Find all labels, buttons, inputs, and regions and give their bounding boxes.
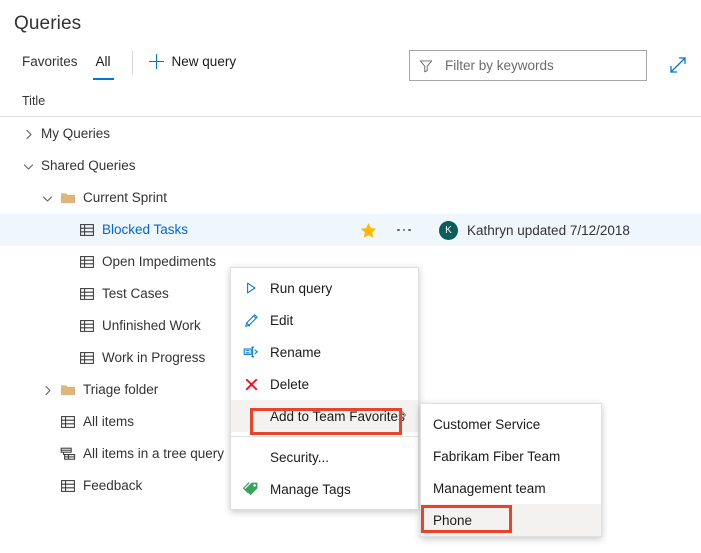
search-input[interactable] — [443, 57, 637, 74]
expand-diagonal-icon — [665, 52, 691, 78]
updated-by-text: Kathryn updated 7/12/2018 — [467, 223, 630, 238]
tree-row-label: Open Impediments — [102, 255, 216, 269]
toolbar-divider — [132, 51, 133, 75]
query-grid-icon — [79, 254, 95, 270]
menu-item-manage-tags[interactable]: Manage Tags — [231, 473, 418, 505]
query-grid-icon — [79, 286, 95, 302]
menu-item-edit[interactable]: Edit — [231, 304, 418, 336]
chevron-down-icon[interactable] — [22, 160, 35, 173]
chevron-right-icon[interactable] — [41, 384, 54, 397]
menu-item-delete[interactable]: Delete — [231, 368, 418, 400]
menu-item-label: Security... — [270, 450, 329, 465]
pencil-icon — [244, 313, 259, 328]
tree-row-label: Blocked Tasks — [102, 223, 188, 237]
tree-row[interactable]: My Queries — [0, 118, 701, 150]
submenu-item-label: Customer Service — [433, 417, 540, 432]
team-favorites-submenu: Customer Service Fabrikam Fiber Team Manag… — [420, 403, 602, 537]
filter-funnel-icon — [419, 59, 433, 73]
context-menu: Run query Edit Rename Delete Add to Team Fav… — [230, 267, 419, 510]
tree-row-label: My Queries — [41, 127, 110, 141]
query-grid-icon — [79, 222, 95, 238]
x-delete-icon — [243, 376, 259, 392]
new-query-button[interactable]: New query — [145, 50, 243, 73]
play-triangle-icon — [244, 281, 258, 295]
menu-item-label: Delete — [270, 377, 309, 392]
tag-icon — [243, 481, 259, 497]
query-grid-icon — [60, 414, 76, 430]
tree-row[interactable]: Current Sprint — [0, 182, 701, 214]
menu-item-add-to-team-favorites[interactable]: Add to Team Favorites — [231, 400, 418, 432]
folder-icon — [60, 382, 76, 398]
menu-item-label: Rename — [270, 345, 321, 360]
submenu-item-label: Management team — [433, 481, 546, 496]
query-grid-icon — [79, 350, 95, 366]
favorite-star-icon[interactable] — [360, 222, 377, 239]
tree-row-selected[interactable]: Blocked Tasks K Kathryn updated 7/12/2018 — [0, 214, 701, 246]
menu-item-run-query[interactable]: Run query — [231, 272, 418, 304]
submenu-item-fabrikam-fiber-team[interactable]: Fabrikam Fiber Team — [421, 440, 601, 472]
play-triangle-icon — [243, 280, 259, 296]
submenu-item-customer-service[interactable]: Customer Service — [421, 408, 601, 440]
tree-row-label: All items in a tree query — [83, 447, 224, 461]
menu-item-label: Edit — [270, 313, 293, 328]
rename-icon — [243, 344, 259, 360]
menu-item-security[interactable]: Security... — [231, 441, 418, 473]
tree-row-label: Unfinished Work — [102, 319, 201, 333]
tree-row[interactable]: Shared Queries — [0, 150, 701, 182]
query-grid-icon — [79, 318, 95, 334]
tab-list: Favorites All New query — [13, 48, 242, 85]
tree-row-label: Work in Progress — [102, 351, 205, 365]
tree-row-label: Feedback — [83, 479, 142, 493]
chevron-down-icon[interactable] — [41, 192, 54, 205]
tab-favorites[interactable]: Favorites — [13, 48, 87, 80]
menu-item-label: Add to Team Favorites — [270, 409, 405, 424]
menu-item-label: Manage Tags — [270, 482, 351, 497]
filter-box[interactable] — [409, 50, 647, 81]
tree-row-label: Current Sprint — [83, 191, 167, 205]
submenu-item-label: Phone — [433, 513, 472, 528]
chevron-right-icon[interactable] — [22, 128, 35, 141]
tree-row-label: Shared Queries — [41, 159, 136, 173]
menu-item-label: Run query — [270, 281, 332, 296]
submenu-item-phone[interactable]: Phone — [421, 504, 601, 536]
new-query-label: New query — [172, 54, 237, 69]
expand-fullscreen-button[interactable] — [665, 52, 691, 78]
plus-icon — [149, 54, 164, 69]
rename-icon — [243, 344, 259, 360]
row-meta: K Kathryn updated 7/12/2018 — [360, 214, 630, 246]
page-title: Queries — [14, 13, 81, 35]
menu-item-rename[interactable]: Rename — [231, 336, 418, 368]
more-actions-ellipsis-icon[interactable] — [391, 229, 417, 232]
column-header-title: Title — [22, 94, 45, 108]
tree-row-label: All items — [83, 415, 134, 429]
x-delete-icon — [244, 377, 259, 392]
query-tree-icon — [60, 446, 76, 462]
chevron-right-icon — [398, 409, 409, 424]
tag-icon — [243, 481, 259, 497]
tree-row-label: Triage folder — [83, 383, 158, 397]
menu-divider — [231, 436, 418, 437]
tree-row-label: Test Cases — [102, 287, 169, 301]
submenu-item-management-team[interactable]: Management team — [421, 472, 601, 504]
table-column-header: Title — [0, 90, 701, 117]
folder-icon — [60, 190, 76, 206]
query-grid-icon — [60, 478, 76, 494]
pencil-icon — [243, 312, 259, 328]
tab-all[interactable]: All — [87, 48, 120, 80]
avatar: K — [439, 221, 458, 240]
submenu-item-label: Fabrikam Fiber Team — [433, 449, 560, 464]
